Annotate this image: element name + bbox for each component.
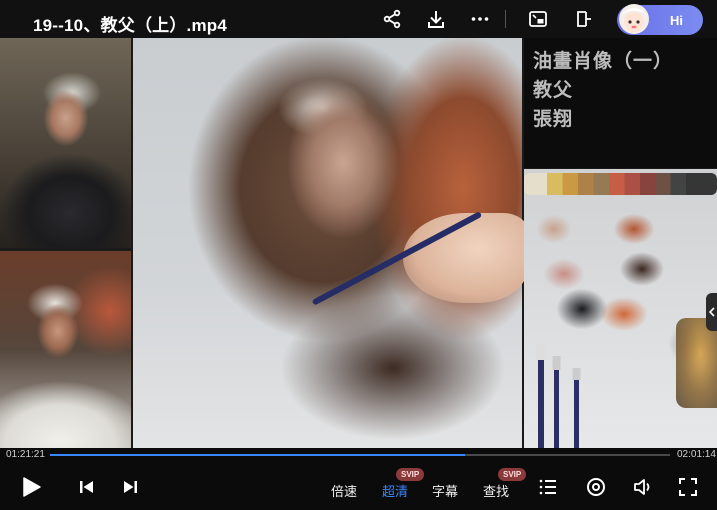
caption-line-3: 張翔 [533,108,574,130]
quality-svip-badge: SVIP [396,468,425,481]
assistant-button[interactable]: Hi [615,2,703,38]
subtitle-button[interactable]: 字幕 [432,481,458,500]
control-bar: 倍速 超清 SVIP 字幕 查找 SVIP [0,462,717,510]
painter-hand [403,213,528,303]
assistant-label: Hi [670,13,683,28]
more-icon[interactable] [468,7,492,31]
total-time: 02:01:14 [677,449,716,460]
progress-bar: 01:21:21 02:01:14 [0,448,717,462]
playlist-icon[interactable] [537,476,559,498]
play-icon[interactable] [20,476,42,498]
picture-in-picture-icon[interactable] [526,7,550,31]
painting-canvas [133,38,528,448]
brush-set [524,338,614,448]
side-panel-toggle[interactable] [706,293,717,331]
reference-painting [0,251,131,448]
settings-icon[interactable] [585,476,607,498]
volume-icon[interactable] [632,476,654,498]
fullscreen-icon[interactable] [677,476,699,498]
caption-line-2: 教父 [533,79,574,101]
palette-colors [524,173,717,195]
skip-previous-icon[interactable] [76,476,98,498]
caption-line-1: 油畫肖像（一） [533,50,674,72]
quality-button[interactable]: 超清 [382,481,408,500]
speed-button[interactable]: 倍速 [331,481,357,500]
current-time: 01:21:21 [6,449,45,460]
search-button[interactable]: 查找 [483,481,509,500]
reference-photo [0,38,131,248]
share-icon[interactable] [380,7,404,31]
seek-played [50,454,466,456]
seek-track[interactable] [50,454,670,456]
video-title: 19--10、教父（上）.mp4 [33,16,228,35]
title-bar: 19--10、教父（上）.mp4 Hi [0,0,717,38]
toolbar-divider [505,10,506,28]
video-frame[interactable]: 油畫肖像（一） 教父 張翔 [0,38,717,448]
float-window-icon[interactable] [570,7,594,31]
search-svip-badge: SVIP [498,468,527,481]
skip-next-icon[interactable] [119,476,141,498]
download-icon[interactable] [424,7,448,31]
medium-cup [676,318,717,408]
assistant-avatar [615,2,653,38]
